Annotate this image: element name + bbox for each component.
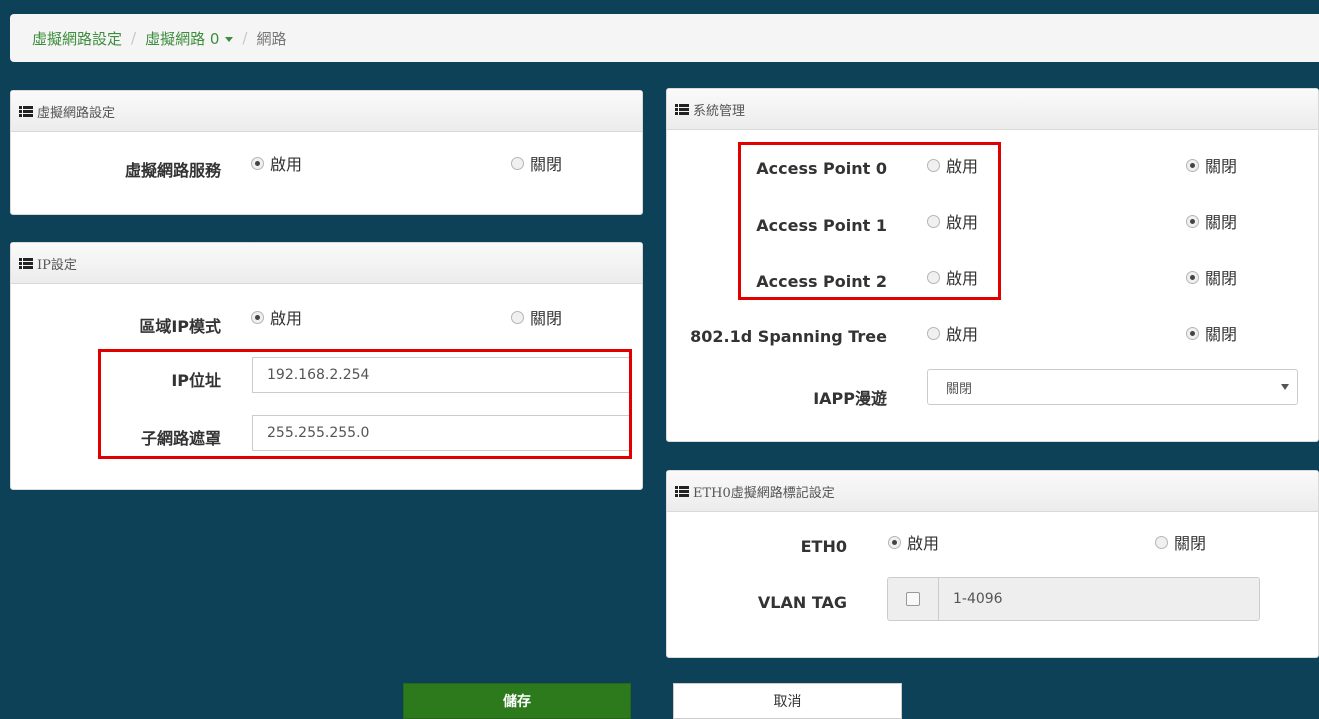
vlan-settings-panel: 虛擬網路設定 虛擬網路服務 啟用 關閉 [10, 90, 643, 215]
radio-unchecked-icon [511, 156, 524, 170]
vlan-service-label: 虛擬網路服務 [124, 161, 221, 180]
radio-label: 啟用 [946, 325, 979, 344]
radio-label: 啟用 [270, 155, 303, 174]
radio-label: 關閉 [1205, 157, 1238, 176]
ip-settings-panel-header: IP設定 [11, 243, 642, 284]
breadcrumb-vlan-0-label: 虛擬網路 0 [145, 29, 220, 48]
breadcrumb-current: 網路 [256, 29, 287, 48]
iapp-roaming-select[interactable]: 關閉 [927, 369, 1298, 405]
breadcrumb-vlan-0-dropdown[interactable]: 虛擬網路 0 [145, 28, 234, 49]
radio-label: 關閉 [1205, 269, 1238, 288]
vlan-tag-input[interactable]: 1-4096 [939, 578, 1259, 620]
breadcrumb: 虛擬網路設定 / 虛擬網路 0 / 網路 [10, 14, 1319, 62]
eth0-vlan-tag-panel-header: ETH0虛擬網路標記設定 [667, 471, 1318, 512]
radio-checked-icon [888, 535, 901, 549]
eth0-vlan-tag-panel-title: ETH0虛擬網路標記設定 [693, 485, 835, 501]
system-management-panel-header: 系統管理 [667, 89, 1318, 130]
list-icon [19, 257, 33, 269]
eth0-enable-radio[interactable]: 啟用 [888, 530, 939, 554]
radio-unchecked-icon [927, 326, 940, 340]
radio-label: 啟用 [270, 309, 303, 328]
eth0-vlan-tag-panel: ETH0虛擬網路標記設定 ETH0 啟用 關閉 VLAN TAG 1-4096 [666, 470, 1319, 658]
breadcrumb-separator: / [242, 29, 248, 47]
access-point-2-disable-radio[interactable]: 關閉 [1186, 265, 1237, 289]
iapp-roaming-label: IAPP漫遊 [813, 389, 887, 408]
highlight-box-ip [98, 349, 632, 459]
vlan-tag-checkbox-addon [888, 578, 939, 620]
radio-checked-icon [1186, 270, 1199, 284]
list-icon [675, 485, 689, 497]
dropdown-arrow-icon [1281, 384, 1289, 390]
eth0-label: ETH0 [800, 537, 847, 556]
eth0-disable-radio[interactable]: 關閉 [1155, 530, 1206, 554]
radio-label: 啟用 [907, 534, 940, 553]
system-management-panel-title: 系統管理 [693, 103, 746, 119]
spanning-tree-label: 802.1d Spanning Tree [690, 327, 887, 346]
spanning-tree-enable-radio[interactable]: 啟用 [927, 321, 978, 345]
cancel-button[interactable]: 取消 [673, 683, 902, 719]
radio-checked-icon [1186, 158, 1199, 172]
vlan-tag-label: VLAN TAG [757, 593, 847, 612]
local-ip-mode-label: 區域IP模式 [139, 317, 221, 336]
radio-label: 關閉 [1205, 213, 1238, 232]
local-ip-mode-enable-radio[interactable]: 啟用 [251, 305, 302, 329]
local-ip-mode-disable-radio[interactable]: 關閉 [511, 305, 562, 329]
access-point-1-disable-radio[interactable]: 關閉 [1186, 209, 1237, 233]
radio-checked-icon [251, 156, 264, 170]
radio-label: 關閉 [530, 155, 563, 174]
radio-label: 關閉 [1174, 534, 1207, 553]
radio-label: 關閉 [1205, 325, 1238, 344]
spanning-tree-disable-radio[interactable]: 關閉 [1186, 321, 1237, 345]
breadcrumb-vlan-settings[interactable]: 虛擬網路設定 [32, 28, 122, 49]
list-icon [675, 103, 689, 115]
radio-checked-icon [251, 310, 264, 324]
vlan-service-enable-radio[interactable]: 啟用 [251, 151, 302, 175]
radio-label: 關閉 [530, 309, 563, 328]
access-point-0-disable-radio[interactable]: 關閉 [1186, 153, 1237, 177]
highlight-box-access-points [738, 142, 1001, 300]
save-button[interactable]: 儲存 [403, 683, 631, 719]
iapp-roaming-selected-value: 關閉 [946, 381, 973, 397]
vlan-service-disable-radio[interactable]: 關閉 [511, 151, 562, 175]
radio-unchecked-icon [1155, 535, 1168, 549]
vlan-tag-checkbox[interactable] [906, 592, 920, 606]
breadcrumb-separator: / [131, 29, 137, 47]
ip-settings-panel-title: IP設定 [37, 257, 77, 273]
radio-unchecked-icon [511, 310, 524, 324]
radio-checked-icon [1186, 214, 1199, 228]
vlan-settings-panel-title: 虛擬網路設定 [37, 105, 116, 121]
radio-checked-icon [1186, 326, 1199, 340]
vlan-settings-panel-header: 虛擬網路設定 [11, 91, 642, 132]
caret-down-icon [225, 36, 234, 42]
list-icon [19, 105, 33, 117]
vlan-tag-input-group: 1-4096 [887, 577, 1260, 621]
